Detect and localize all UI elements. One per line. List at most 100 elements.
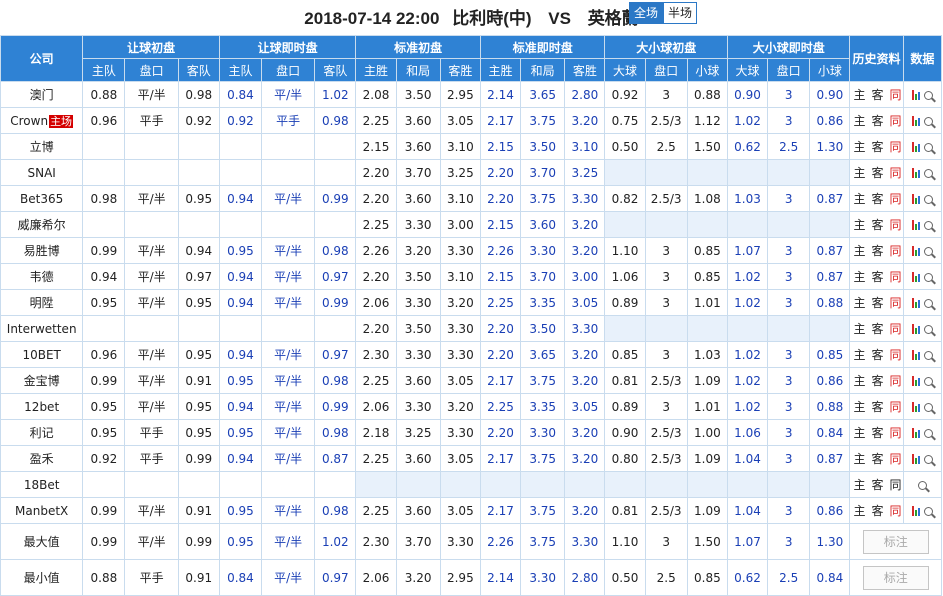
full-time-toggle[interactable]: 全场	[629, 2, 664, 24]
company-cell[interactable]: 金宝博	[0, 367, 84, 394]
bar-chart-icon[interactable]	[911, 194, 920, 204]
history-same-link[interactable]: 同	[889, 478, 901, 492]
history-away-link[interactable]: 客	[871, 400, 883, 414]
history-home-link[interactable]: 主	[853, 452, 865, 466]
magnifier-icon[interactable]	[923, 168, 933, 178]
history-same-link[interactable]: 同	[889, 140, 901, 154]
history-home-link[interactable]: 主	[853, 244, 865, 258]
magnifier-icon[interactable]	[923, 298, 933, 308]
magnifier-icon[interactable]	[923, 324, 933, 334]
history-away-link[interactable]: 客	[871, 374, 883, 388]
half-time-toggle[interactable]: 半场	[663, 2, 698, 24]
history-home-link[interactable]: 主	[853, 296, 865, 310]
history-home-link[interactable]: 主	[853, 140, 865, 154]
bar-chart-icon[interactable]	[911, 168, 920, 178]
history-away-link[interactable]: 客	[871, 296, 883, 310]
history-home-link[interactable]: 主	[853, 218, 865, 232]
history-same-link[interactable]: 同	[889, 296, 901, 310]
history-same-link[interactable]: 同	[889, 218, 901, 232]
history-same-link[interactable]: 同	[889, 426, 901, 440]
company-cell[interactable]: 立博	[0, 133, 84, 160]
company-cell[interactable]: 10BET	[0, 341, 84, 368]
bar-chart-icon[interactable]	[911, 376, 920, 386]
company-cell[interactable]: Bet365	[0, 185, 84, 212]
magnifier-icon[interactable]	[923, 402, 933, 412]
magnifier-icon[interactable]	[923, 454, 933, 464]
history-away-link[interactable]: 客	[871, 114, 883, 128]
history-away-link[interactable]: 客	[871, 192, 883, 206]
company-cell[interactable]: 澳门	[0, 81, 84, 108]
history-away-link[interactable]: 客	[871, 348, 883, 362]
company-cell[interactable]: 明陞	[0, 289, 84, 316]
bar-chart-icon[interactable]	[911, 246, 920, 256]
history-away-link[interactable]: 客	[871, 140, 883, 154]
magnifier-icon[interactable]	[923, 194, 933, 204]
history-same-link[interactable]: 同	[889, 270, 901, 284]
magnifier-icon[interactable]	[923, 428, 933, 438]
history-home-link[interactable]: 主	[853, 114, 865, 128]
magnifier-icon[interactable]	[923, 272, 933, 282]
annotate-button[interactable]: 标注	[862, 565, 929, 590]
company-cell[interactable]: 18Bet	[0, 471, 84, 498]
magnifier-icon[interactable]	[923, 142, 933, 152]
history-same-link[interactable]: 同	[889, 322, 901, 336]
bar-chart-icon[interactable]	[911, 298, 920, 308]
history-same-link[interactable]: 同	[889, 400, 901, 414]
bar-chart-icon[interactable]	[911, 272, 920, 282]
magnifier-icon[interactable]	[923, 506, 933, 516]
magnifier-icon[interactable]	[923, 116, 933, 126]
bar-chart-icon[interactable]	[911, 506, 920, 516]
company-cell[interactable]: Interwetten	[0, 315, 84, 342]
history-same-link[interactable]: 同	[889, 504, 901, 518]
bar-chart-icon[interactable]	[911, 402, 920, 412]
history-home-link[interactable]: 主	[853, 400, 865, 414]
history-away-link[interactable]: 客	[871, 478, 883, 492]
bar-chart-icon[interactable]	[911, 220, 920, 230]
company-cell[interactable]: ManbetX	[0, 497, 84, 524]
company-cell[interactable]: SNAI	[0, 159, 84, 186]
company-cell[interactable]: 盈禾	[0, 445, 84, 472]
history-away-link[interactable]: 客	[871, 166, 883, 180]
bar-chart-icon[interactable]	[911, 350, 920, 360]
company-cell[interactable]: 易胜博	[0, 237, 84, 264]
history-away-link[interactable]: 客	[871, 218, 883, 232]
company-cell[interactable]: 12bet	[0, 393, 84, 420]
history-away-link[interactable]: 客	[871, 270, 883, 284]
history-same-link[interactable]: 同	[889, 348, 901, 362]
annotate-button[interactable]: 标注	[862, 529, 929, 554]
history-same-link[interactable]: 同	[889, 166, 901, 180]
bar-chart-icon[interactable]	[911, 428, 920, 438]
history-same-link[interactable]: 同	[889, 244, 901, 258]
magnifier-icon[interactable]	[923, 246, 933, 256]
history-same-link[interactable]: 同	[889, 114, 901, 128]
history-home-link[interactable]: 主	[853, 166, 865, 180]
bar-chart-icon[interactable]	[911, 90, 920, 100]
history-home-link[interactable]: 主	[853, 270, 865, 284]
bar-chart-icon[interactable]	[911, 142, 920, 152]
history-home-link[interactable]: 主	[853, 478, 865, 492]
magnifier-icon[interactable]	[923, 376, 933, 386]
history-home-link[interactable]: 主	[853, 88, 865, 102]
history-home-link[interactable]: 主	[853, 426, 865, 440]
history-same-link[interactable]: 同	[889, 374, 901, 388]
history-same-link[interactable]: 同	[889, 452, 901, 466]
company-cell[interactable]: Crown 主场	[0, 107, 84, 134]
history-home-link[interactable]: 主	[853, 322, 865, 336]
history-same-link[interactable]: 同	[889, 192, 901, 206]
history-away-link[interactable]: 客	[871, 244, 883, 258]
magnifier-icon[interactable]	[923, 90, 933, 100]
history-home-link[interactable]: 主	[853, 348, 865, 362]
magnifier-icon[interactable]	[923, 350, 933, 360]
bar-chart-icon[interactable]	[911, 116, 920, 126]
history-away-link[interactable]: 客	[871, 504, 883, 518]
magnifier-icon[interactable]	[923, 220, 933, 230]
history-away-link[interactable]: 客	[871, 452, 883, 466]
company-cell[interactable]: 威廉希尔	[0, 211, 84, 238]
history-away-link[interactable]: 客	[871, 322, 883, 336]
company-cell[interactable]: 利记	[0, 419, 84, 446]
magnifier-icon[interactable]	[917, 480, 927, 490]
history-away-link[interactable]: 客	[871, 88, 883, 102]
history-same-link[interactable]: 同	[889, 88, 901, 102]
history-home-link[interactable]: 主	[853, 192, 865, 206]
company-cell[interactable]: 韦德	[0, 263, 84, 290]
